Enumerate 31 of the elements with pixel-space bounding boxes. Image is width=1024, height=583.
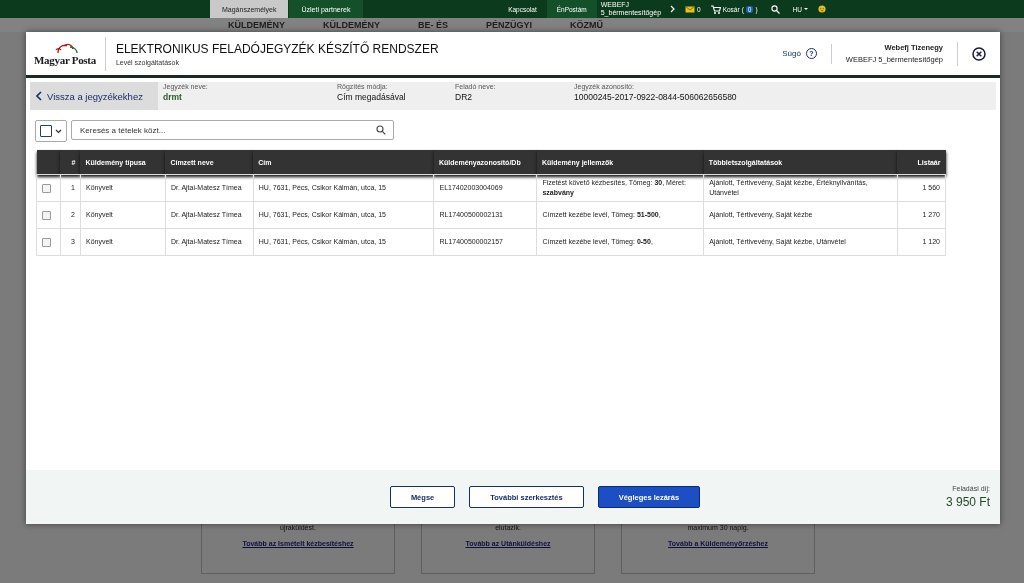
row-checkbox[interactable] <box>42 237 51 247</box>
envelope-icon[interactable] <box>685 5 696 13</box>
nav-item[interactable]: BE- ÉS <box>418 20 449 30</box>
help-link[interactable]: Súgó <box>782 49 801 58</box>
search-field[interactable]: Keresés a tételek közt... <box>71 120 394 140</box>
nav-item[interactable]: KÖZMŰ <box>570 20 604 30</box>
search-icon[interactable] <box>770 4 780 14</box>
smiley-icon[interactable] <box>818 5 826 13</box>
back-button[interactable]: Vissza a jegyzékekhez <box>30 82 158 110</box>
info-value: Cím megadásával <box>337 92 407 102</box>
nav-item[interactable]: KÜLDEMÉNY <box>228 20 285 30</box>
select-all-checkbox[interactable] <box>40 125 52 137</box>
logo-text: Magyar Posta <box>34 54 96 66</box>
row-checkbox[interactable] <box>42 210 51 220</box>
search-icon[interactable] <box>376 125 386 135</box>
nav-item[interactable]: KÜLDEMÉNY <box>323 20 381 30</box>
header-cell <box>36 150 61 175</box>
info-value: drmt <box>163 92 183 102</box>
chevron-left-icon[interactable] <box>36 91 42 101</box>
fee-value: 3 950 Ft <box>945 495 990 509</box>
chevron-down-icon[interactable] <box>55 128 62 134</box>
cart-icon[interactable] <box>710 4 721 14</box>
caret-icon[interactable] <box>804 8 808 10</box>
info-value: DR2 <box>455 92 473 102</box>
chevron-right-icon[interactable] <box>670 5 676 13</box>
row-checkbox[interactable] <box>42 183 51 193</box>
select-all-dropdown[interactable] <box>35 120 67 142</box>
nav-item[interactable]: PÉNZÜGYI <box>486 20 533 30</box>
info-value: 10000245-2017-0922-0844-506062656580 <box>574 92 738 102</box>
app-title: ELEKTRONIKUS FELADÓJEGYZÉK KÉSZÍTŐ RENDSZER <box>115 41 440 56</box>
close-icon[interactable] <box>972 46 986 61</box>
